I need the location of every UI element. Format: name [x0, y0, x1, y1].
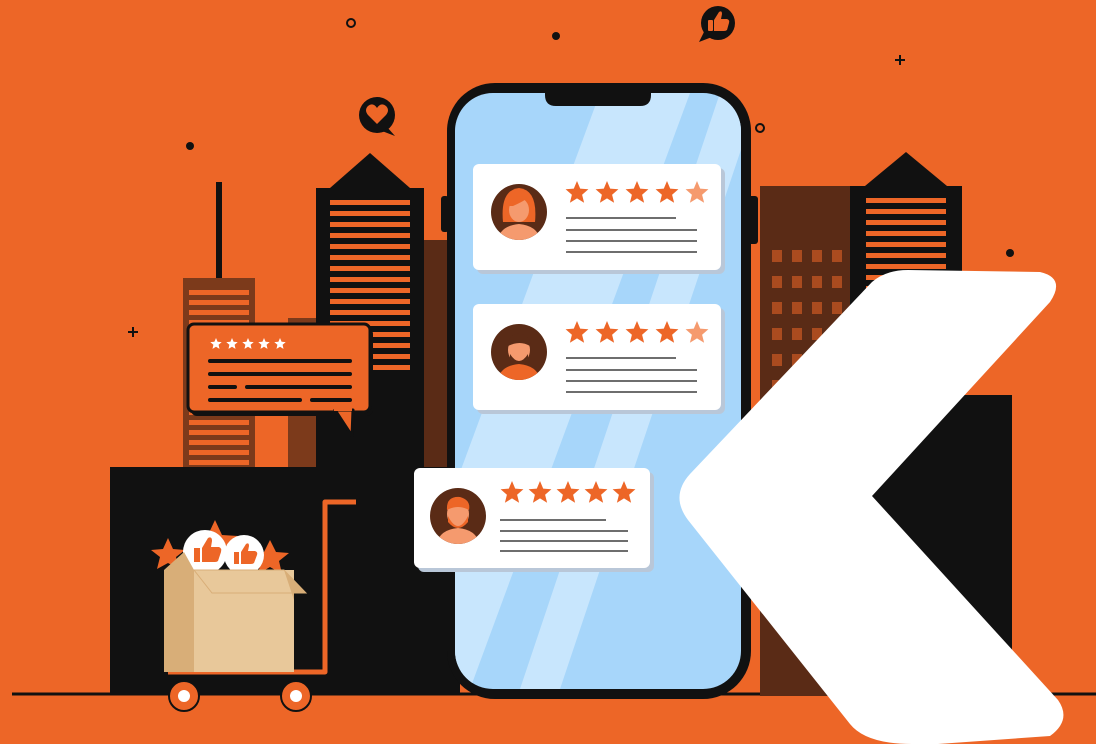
review-card-2 — [473, 304, 725, 414]
illustration-canvas — [0, 0, 1096, 744]
review-card-1 — [473, 164, 725, 274]
review-card-3 — [414, 468, 654, 572]
cardboard-box — [164, 552, 308, 672]
review-illustration — [0, 0, 1096, 744]
